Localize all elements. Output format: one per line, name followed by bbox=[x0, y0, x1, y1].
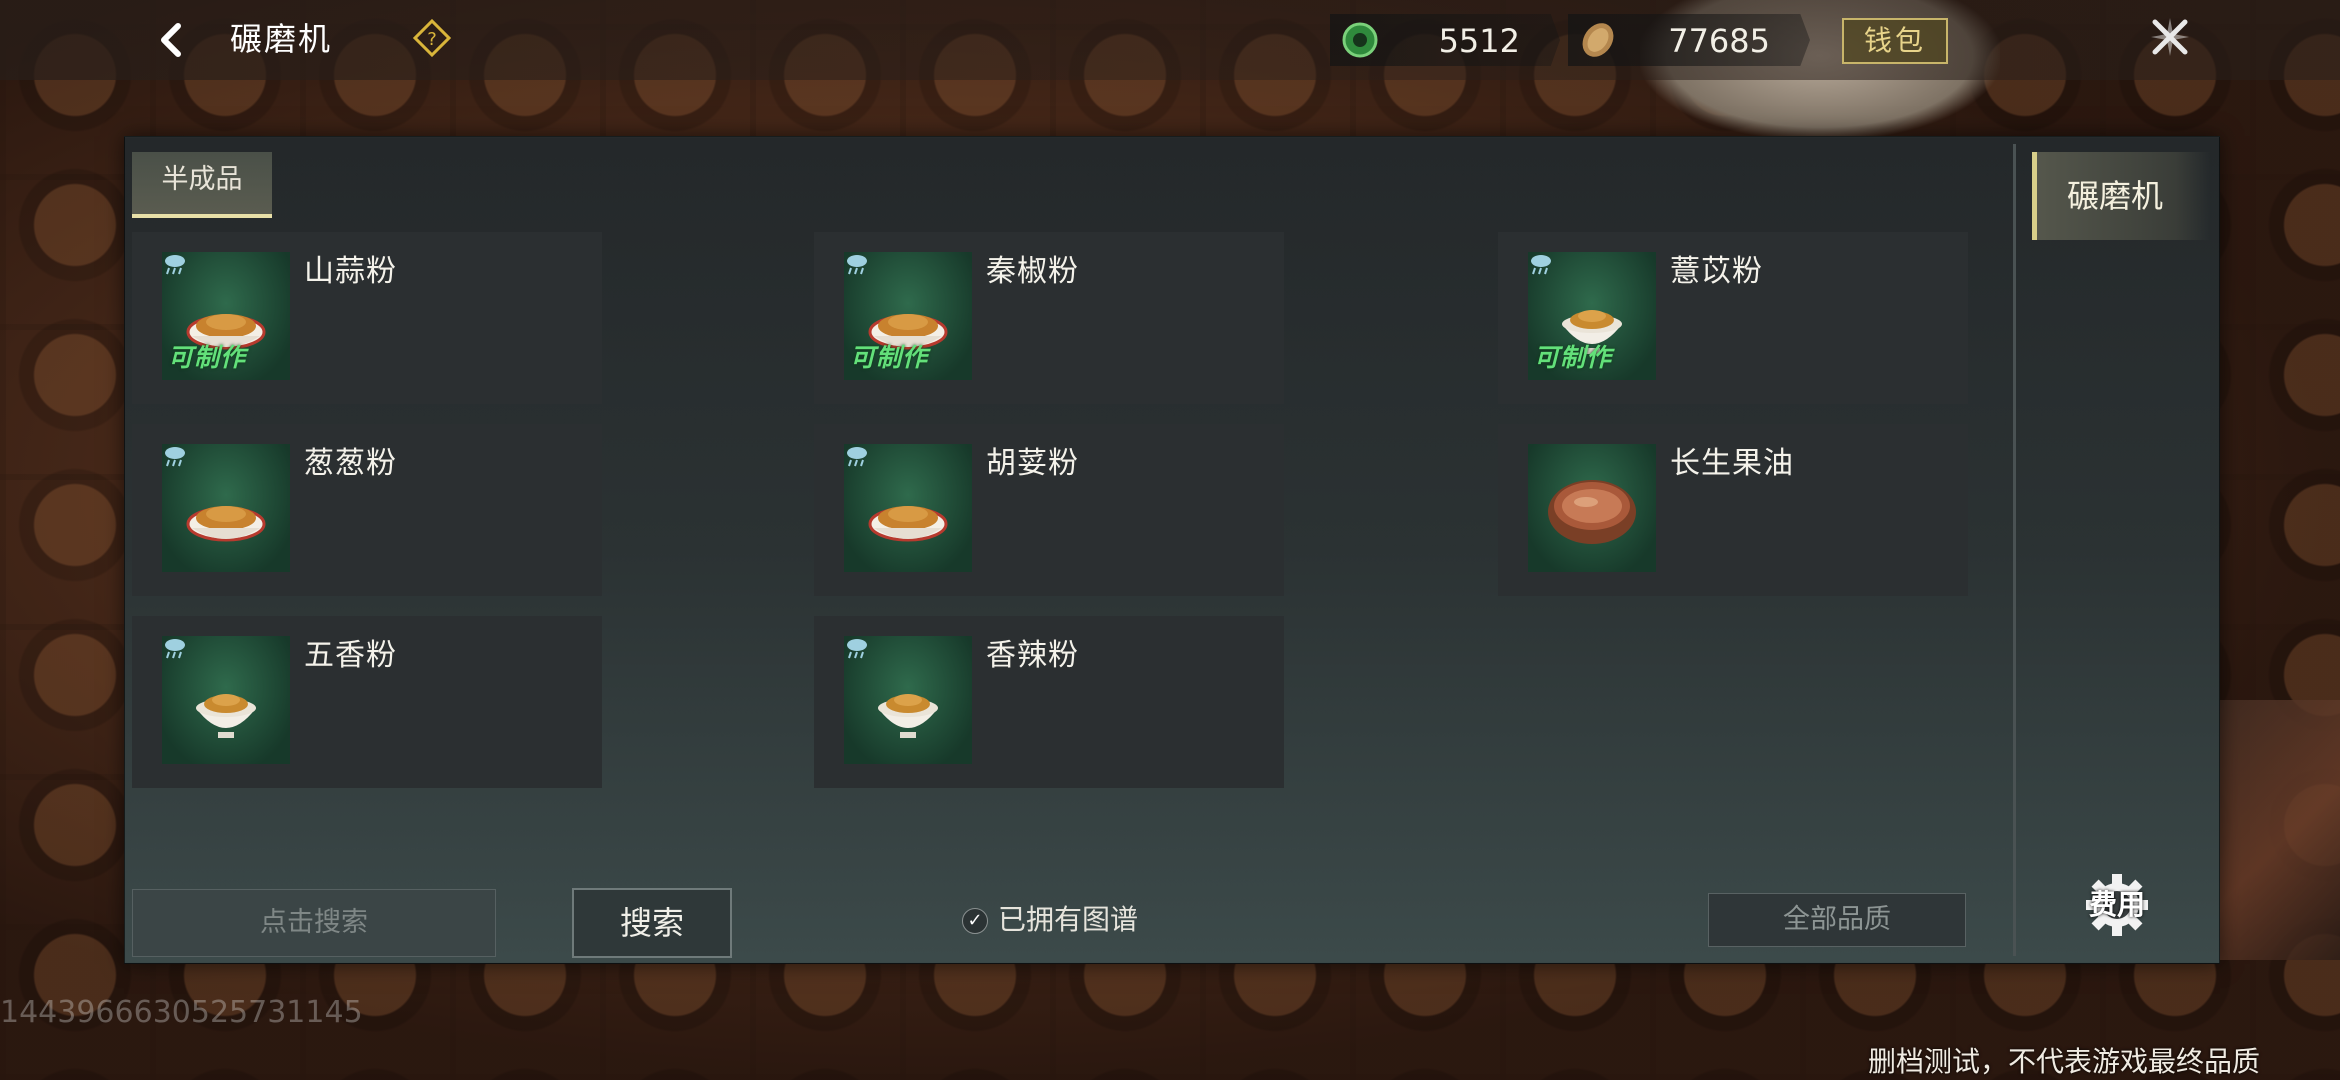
test-disclaimer: 删档测试，不代表游戏最终品质 bbox=[1867, 1045, 2260, 1078]
recipe-card[interactable]: 可制作 山蒜粉 bbox=[132, 232, 602, 404]
fee-label: 费用 bbox=[2088, 888, 2145, 921]
recipe-icon: 可制作 bbox=[1528, 252, 1656, 380]
currency-jade: 5512 bbox=[1330, 14, 1560, 66]
recipe-icon: 可制作 bbox=[844, 252, 972, 380]
panel-divider bbox=[2013, 144, 2016, 956]
recipe-name: 葱葱粉 bbox=[304, 446, 397, 481]
rain-icon bbox=[847, 447, 867, 467]
bowl-icon bbox=[1548, 480, 1636, 544]
owned-recipes-label: 已拥有图谱 bbox=[998, 903, 1139, 936]
svg-text:?: ? bbox=[427, 29, 437, 50]
currency-copper: 77685 bbox=[1568, 14, 1810, 66]
recipe-name: 薏苡粉 bbox=[1670, 254, 1763, 289]
recipe-name: 胡荽粉 bbox=[986, 446, 1079, 481]
recipe-card[interactable]: 五香粉 bbox=[132, 616, 602, 788]
fee-button[interactable]: 费用 bbox=[2082, 870, 2152, 940]
back-button[interactable] bbox=[148, 16, 196, 64]
close-icon bbox=[2151, 18, 2189, 56]
user-id-watermark: 1443966630525731145 bbox=[0, 995, 363, 1030]
currency1-value: 5512 bbox=[1438, 22, 1520, 60]
rain-icon bbox=[165, 447, 185, 467]
rain-icon bbox=[847, 639, 867, 659]
top-bar: 碾磨机 ? 5512 77685 钱包 bbox=[0, 0, 2340, 80]
recipe-card[interactable]: 可制作 薏苡粉 bbox=[1498, 232, 1968, 404]
recipe-name: 香辣粉 bbox=[986, 638, 1079, 673]
craftable-label: 可制作 bbox=[1534, 343, 1613, 372]
recipe-icon bbox=[162, 444, 290, 572]
tab-grinder[interactable]: 碾磨机 bbox=[2032, 152, 2210, 240]
copper-coin-icon bbox=[1582, 23, 1614, 57]
recipe-card[interactable]: 胡荽粉 bbox=[814, 424, 1284, 596]
recipe-name: 五香粉 bbox=[304, 638, 397, 673]
recipe-icon bbox=[162, 636, 290, 764]
recipe-name: 山蒜粉 bbox=[304, 254, 397, 289]
check-icon: ✓ bbox=[962, 908, 988, 934]
currency2-value: 77685 bbox=[1668, 22, 1770, 60]
back-arrow-icon bbox=[161, 23, 181, 57]
search-input[interactable]: 点击搜索 bbox=[132, 889, 496, 957]
craftable-label: 可制作 bbox=[168, 343, 247, 372]
jade-coin-icon bbox=[1342, 22, 1378, 58]
recipe-icon bbox=[844, 636, 972, 764]
recipe-icon bbox=[844, 444, 972, 572]
rain-icon bbox=[165, 639, 185, 659]
help-icon[interactable]: ? bbox=[412, 18, 452, 58]
recipe-name: 长生果油 bbox=[1670, 446, 1794, 481]
recipe-name: 秦椒粉 bbox=[986, 254, 1079, 289]
rain-icon bbox=[1531, 255, 1551, 275]
recipe-card[interactable]: 香辣粉 bbox=[814, 616, 1284, 788]
rain-icon bbox=[165, 255, 185, 275]
search-button[interactable]: 搜索 bbox=[572, 888, 732, 958]
recipe-card[interactable]: 可制作 秦椒粉 bbox=[814, 232, 1284, 404]
owned-recipes-checkbox[interactable]: ✓ 已拥有图谱 bbox=[962, 900, 1138, 940]
recipe-icon: 可制作 bbox=[162, 252, 290, 380]
recipe-icon bbox=[1528, 444, 1656, 572]
recipe-card[interactable]: 长生果油 bbox=[1498, 424, 1968, 596]
rain-icon bbox=[847, 255, 867, 275]
tab-semi-finished[interactable]: 半成品 bbox=[132, 152, 272, 218]
quality-filter-select[interactable]: 全部品质 bbox=[1708, 893, 1966, 947]
recipe-card[interactable]: 葱葱粉 bbox=[132, 424, 602, 596]
craftable-label: 可制作 bbox=[850, 343, 929, 372]
page-title: 碾磨机 bbox=[230, 20, 333, 58]
wallet-button[interactable]: 钱包 bbox=[1842, 18, 1948, 64]
close-button[interactable] bbox=[2145, 12, 2195, 62]
